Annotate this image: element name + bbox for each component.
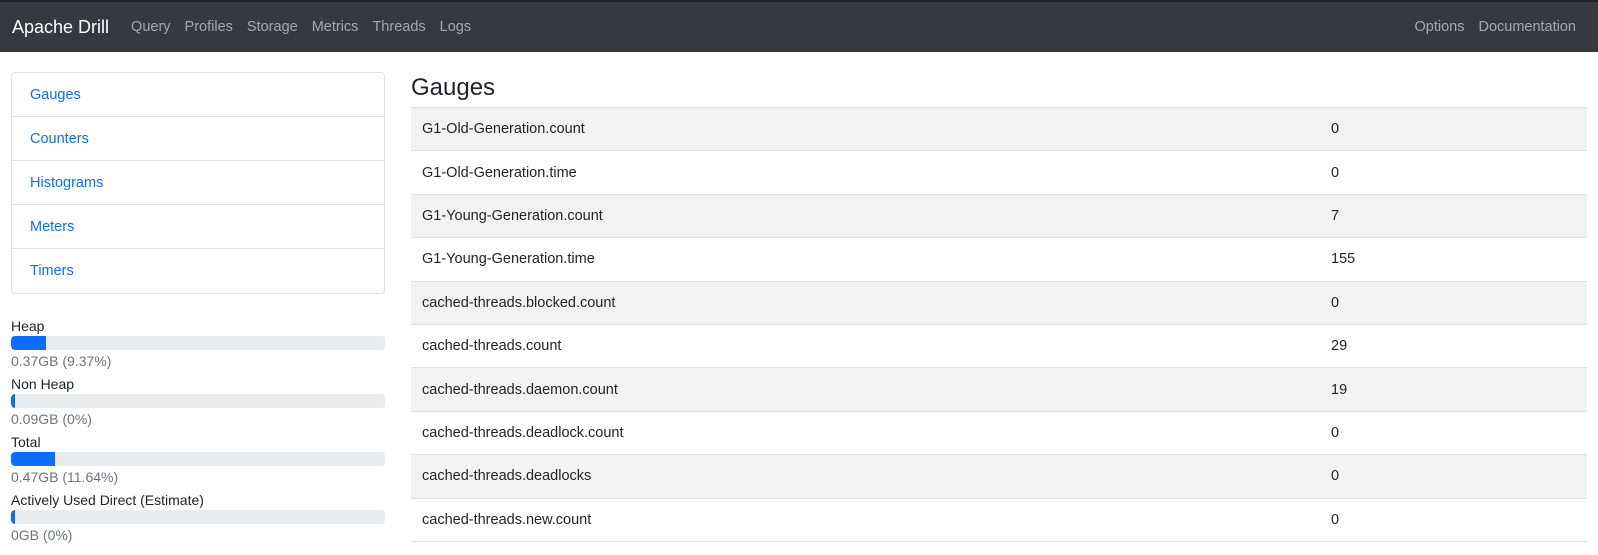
sidebar-item-timers[interactable]: Timers <box>12 249 384 293</box>
nav-documentation[interactable]: Documentation <box>1478 19 1576 35</box>
sidebar-item-meters[interactable]: Meters <box>12 205 384 249</box>
sidebar: Gauges Counters Histograms Meters Timers… <box>11 72 385 550</box>
memory-progress-fill <box>11 452 55 466</box>
metric-name: G1-Old-Generation.count <box>422 121 585 138</box>
table-row: cached-threads.count 29 <box>411 324 1587 368</box>
memory-label: Heap <box>11 318 45 334</box>
memory-progress <box>11 336 385 350</box>
sidebar-item-gauges[interactable]: Gauges <box>12 73 384 117</box>
nav-logs[interactable]: Logs <box>440 19 471 35</box>
metric-value: 0 <box>1331 511 1340 528</box>
metric-name: G1-Old-Generation.time <box>422 164 577 181</box>
metrics-nav-list: Gauges Counters Histograms Meters Timers <box>11 72 385 294</box>
memory-label: Non Heap <box>11 376 75 392</box>
memory-non-heap: Non Heap 0.09GB (0%) <box>11 376 385 428</box>
memory-progress <box>11 510 385 524</box>
table-row: cached-threads.deadlock.count 0 <box>411 411 1587 455</box>
metric-value: 29 <box>1331 338 1348 355</box>
top-navbar: Apache Drill Query Profiles Storage Metr… <box>0 0 1598 52</box>
memory-progress-fill <box>11 336 47 350</box>
brand-link[interactable]: Apache Drill <box>12 17 109 38</box>
metric-value: 19 <box>1331 381 1348 398</box>
metric-name: cached-threads.deadlocks <box>422 468 592 485</box>
memory-progress-fill <box>11 394 16 408</box>
memory-progress <box>11 394 385 408</box>
metric-value: 0 <box>1331 121 1340 138</box>
metric-value: 0 <box>1331 424 1340 441</box>
metric-name: cached-threads.count <box>422 338 562 355</box>
metric-name: cached-threads.deadlock.count <box>422 424 624 441</box>
metric-value: 0 <box>1331 468 1340 485</box>
metric-name: G1-Young-Generation.count <box>422 207 603 224</box>
nav-metrics[interactable]: Metrics <box>312 19 359 35</box>
memory-label: Total <box>11 434 41 450</box>
metric-name: cached-threads.daemon.count <box>422 381 618 398</box>
nav-profiles[interactable]: Profiles <box>185 19 233 35</box>
memory-label: Actively Used Direct (Estimate) <box>11 492 204 508</box>
memory-value: 0.37GB (9.37%) <box>11 353 112 369</box>
nav-left: Query Profiles Storage Metrics Threads L… <box>131 19 485 35</box>
nav-threads[interactable]: Threads <box>372 19 425 35</box>
memory-value: 0.09GB (0%) <box>11 411 92 427</box>
nav-query[interactable]: Query <box>131 19 171 35</box>
metric-value: 0 <box>1331 294 1340 311</box>
memory-total: Total 0.47GB (11.64%) <box>11 434 385 486</box>
nav-options[interactable]: Options <box>1414 19 1464 35</box>
sidebar-item-counters[interactable]: Counters <box>12 117 384 161</box>
table-row: cached-threads.deadlocks 0 <box>411 454 1587 499</box>
metric-name: cached-threads.new.count <box>422 511 592 528</box>
table-row: cached-threads.new.count 0 <box>411 498 1587 542</box>
metric-name: G1-Young-Generation.time <box>422 251 595 268</box>
sidebar-item-histograms[interactable]: Histograms <box>12 161 384 205</box>
gauges-table: G1-Old-Generation.count 0 G1-Old-Generati… <box>411 107 1587 542</box>
memory-progress <box>11 452 385 466</box>
memory-value: 0GB (0%) <box>11 527 73 543</box>
table-row: cached-threads.daemon.count 19 <box>411 367 1587 412</box>
metric-name: cached-threads.blocked.count <box>422 294 616 311</box>
metric-value: 0 <box>1331 164 1340 181</box>
main-container: Gauges Counters Histograms Meters Timers… <box>0 52 1598 550</box>
nav-storage[interactable]: Storage <box>247 19 298 35</box>
table-row: G1-Old-Generation.count 0 <box>411 107 1587 151</box>
metric-value: 7 <box>1331 207 1340 224</box>
table-row: cached-threads.blocked.count 0 <box>411 281 1587 325</box>
gauges-section: Gauges G1-Old-Generation.count 0 G1-Old-G… <box>411 72 1587 550</box>
nav-right: Options Documentation <box>1400 19 1586 35</box>
table-row: G1-Old-Generation.time 0 <box>411 151 1587 195</box>
memory-usage: Heap 0.37GB (9.37%) Non Heap 0.09GB (0%)… <box>11 318 385 544</box>
memory-heap: Heap 0.37GB (9.37%) <box>11 318 385 370</box>
memory-direct: Actively Used Direct (Estimate) 0GB (0%) <box>11 492 385 544</box>
table-row: G1-Young-Generation.time 155 <box>411 238 1587 282</box>
memory-value: 0.47GB (11.64%) <box>11 469 119 485</box>
metric-value: 155 <box>1331 251 1356 268</box>
table-row: G1-Young-Generation.count 7 <box>411 194 1587 238</box>
memory-progress-fill <box>11 510 16 524</box>
page-title: Gauges <box>411 74 496 101</box>
